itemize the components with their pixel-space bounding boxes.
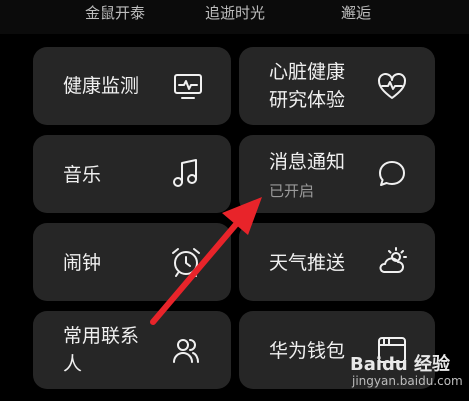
weather-icon <box>375 245 409 279</box>
health-monitoring-label: 健康监测 <box>63 75 140 97</box>
alarm-tile[interactable]: 闹钟 <box>33 223 231 301</box>
frequent-contacts-tile[interactable]: 常用联系 人 <box>33 311 231 389</box>
watermark-site: jingyan.baidu.com <box>352 374 463 388</box>
contacts-icon <box>169 333 203 367</box>
top-label-1[interactable]: 金鼠开泰 <box>85 2 145 23</box>
heart-research-tile[interactable]: 心脏健康 研究体验 <box>239 47 435 125</box>
frequent-contacts-label-line2: 人 <box>63 353 83 375</box>
alarm-clock-icon <box>169 245 203 279</box>
top-label-3[interactable]: 邂逅 <box>341 2 371 23</box>
weather-push-label: 天气推送 <box>269 252 346 274</box>
music-tile[interactable]: 音乐 <box>33 135 231 213</box>
chat-bubble-icon <box>375 157 409 191</box>
notifications-status: 已开启 <box>269 182 315 200</box>
monitor-heartbeat-icon <box>171 69 205 103</box>
notifications-tile[interactable]: 消息通知 已开启 <box>239 135 435 213</box>
music-note-icon <box>169 157 203 191</box>
watermark-logo: Baidu 经验 <box>350 354 451 375</box>
music-label: 音乐 <box>63 164 102 186</box>
top-label-2[interactable]: 追逝时光 <box>205 2 265 23</box>
weather-push-tile[interactable]: 天气推送 <box>239 223 435 301</box>
heart-research-label-line1: 心脏健康 <box>269 61 346 83</box>
top-watchface-strip: 金鼠开泰 追逝时光 邂逅 <box>0 0 469 34</box>
alarm-label: 闹钟 <box>63 252 102 274</box>
heart-research-label-line2: 研究体验 <box>269 89 346 111</box>
frequent-contacts-label-line1: 常用联系 <box>63 325 140 347</box>
notifications-label: 消息通知 <box>269 151 346 173</box>
health-monitoring-tile[interactable]: 健康监测 <box>33 47 231 125</box>
heart-pulse-icon <box>375 69 409 103</box>
